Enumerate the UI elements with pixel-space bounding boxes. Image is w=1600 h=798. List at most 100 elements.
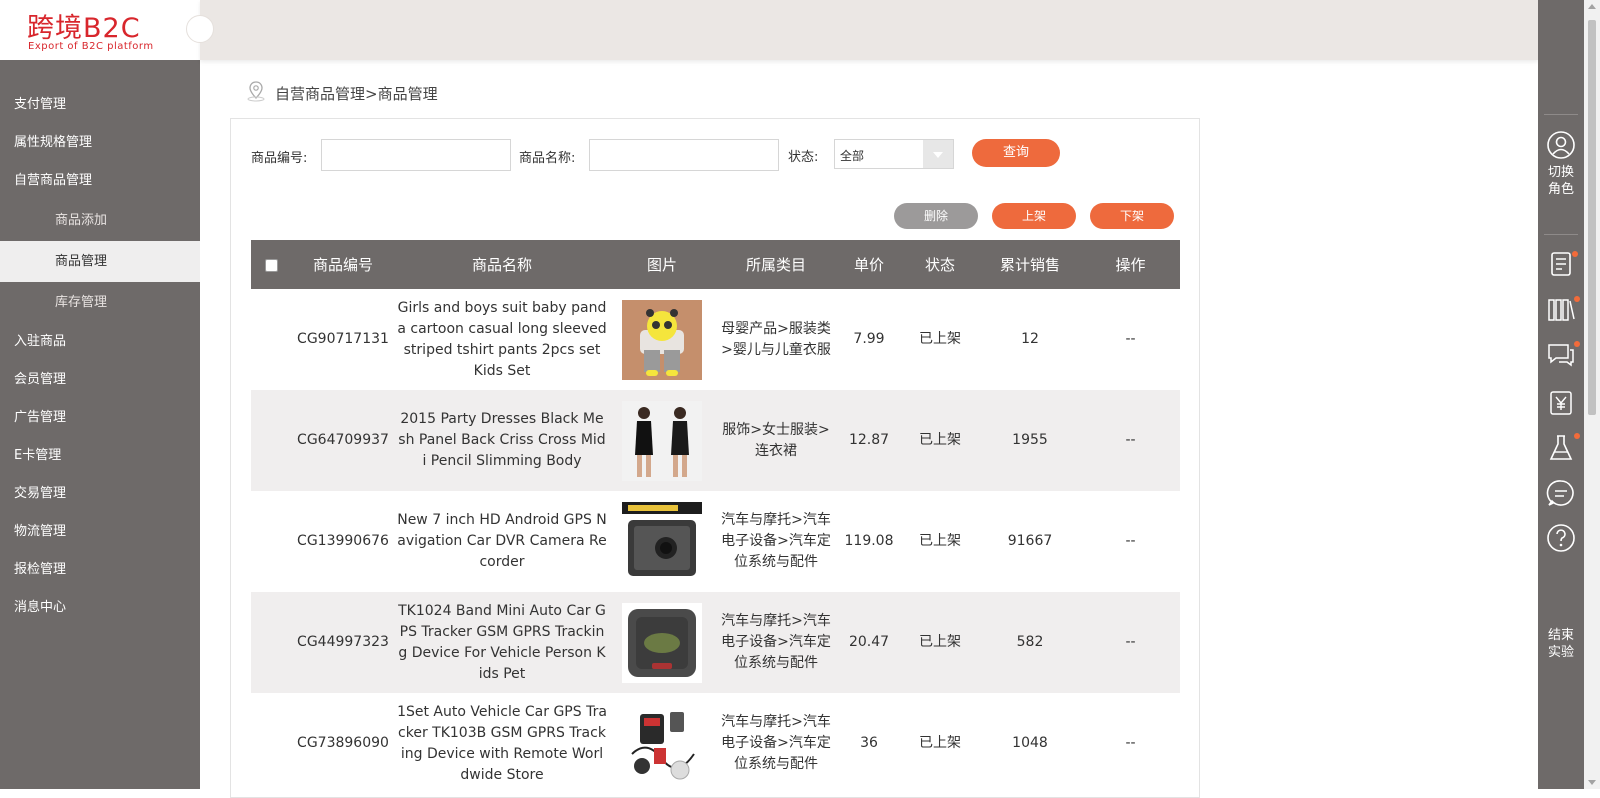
- cell-category: 汽车与摩托>汽车电子设备>汽车定位系统与配件: [715, 592, 837, 693]
- switch-role-button[interactable]: 切换角色: [1538, 130, 1584, 198]
- product-table: 商品编号 商品名称 图片 所属类目 单价 状态 累计销售 操作 CG907171…: [251, 240, 1180, 794]
- sidebar-item-logistics[interactable]: 物流管理: [0, 513, 200, 551]
- yen-icon: [1550, 391, 1572, 415]
- user-icon: [1547, 131, 1575, 159]
- cell-sales: 1955: [979, 390, 1081, 491]
- sidebar-item-members[interactable]: 会员管理: [0, 361, 200, 399]
- breadcrumb-text: 自营商品管理>商品管理: [275, 84, 438, 103]
- scrollbar-thumb[interactable]: [1588, 20, 1596, 415]
- table-row[interactable]: CG13990676 New 7 inch HD Android GPS Nav…: [251, 491, 1180, 592]
- cell-operation: --: [1081, 592, 1180, 693]
- select-all-cell: [251, 240, 291, 289]
- header-code[interactable]: 商品编号: [291, 240, 395, 289]
- cell-name: TK1024 Band Mini Auto Car GPS Tracker GS…: [395, 592, 609, 693]
- on-shelf-button[interactable]: 上架: [992, 203, 1076, 229]
- delete-button[interactable]: 删除: [894, 203, 978, 229]
- sidebar-item-transactions[interactable]: 交易管理: [0, 475, 200, 513]
- table-row[interactable]: CG64709937 2015 Party Dresses Black Mesh…: [251, 390, 1180, 491]
- product-name-label: 商品名称:: [519, 151, 576, 166]
- header-price[interactable]: 单价: [837, 240, 901, 289]
- sidebar-item-ads[interactable]: 广告管理: [0, 399, 200, 437]
- sidebar-subitem-add-product[interactable]: 商品添加: [0, 200, 200, 241]
- cell-name: Girls and boys suit baby panda cartoon c…: [397, 299, 607, 379]
- end-experiment-button[interactable]: 结束实验: [1538, 627, 1584, 661]
- notification-dot: [1574, 341, 1580, 347]
- query-button[interactable]: 查询: [972, 139, 1060, 167]
- header-operation: 操作: [1081, 240, 1180, 289]
- cell-status: 已上架: [919, 331, 961, 347]
- off-shelf-button[interactable]: 下架: [1090, 203, 1174, 229]
- header-name[interactable]: 商品名称: [395, 240, 609, 289]
- table-row[interactable]: CG73896090 1Set Auto Vehicle Car GPS Tra…: [251, 693, 1180, 794]
- top-bar: [200, 0, 1538, 60]
- panda-outfit-image[interactable]: [622, 299, 702, 380]
- table-row[interactable]: CG90717131 Girls and boys suit baby pand…: [251, 289, 1180, 390]
- cell-category: 母婴产品>服装类>婴儿与儿童衣服: [721, 320, 831, 358]
- row-select-cell[interactable]: [251, 289, 291, 390]
- table-header-row: 商品编号 商品名称 图片 所属类目 单价 状态 累计销售 操作: [251, 240, 1180, 289]
- cell-sales: 91667: [1007, 533, 1053, 549]
- cell-price: 119.08: [844, 533, 894, 549]
- header-image: 图片: [609, 240, 715, 289]
- status-select[interactable]: 全部: [834, 139, 954, 169]
- product-code-input[interactable]: [321, 139, 511, 171]
- sidebar-item-messages[interactable]: 消息中心: [0, 589, 200, 627]
- cell-sales: 582: [979, 592, 1081, 693]
- cell-price: 20.47: [837, 592, 901, 693]
- sidebar-item-attributes[interactable]: 属性规格管理: [0, 124, 200, 162]
- product-name-input[interactable]: [589, 139, 779, 171]
- end-experiment-label: 结束实验: [1547, 628, 1574, 660]
- cell-sales: 1048: [1012, 735, 1048, 751]
- cell-status: 已上架: [901, 592, 979, 693]
- status-label: 状态:: [788, 150, 819, 165]
- right-rail: 切换角色 结束实验: [1538, 0, 1584, 789]
- location-icon: [245, 80, 267, 106]
- cell-image: [609, 289, 715, 390]
- header-category[interactable]: 所属类目: [715, 240, 837, 289]
- cell-operation: --: [1081, 390, 1180, 491]
- header-status[interactable]: 状态: [901, 240, 979, 289]
- gps-kit-image[interactable]: [622, 703, 702, 784]
- sidebar-item-settled-products[interactable]: 入驻商品: [0, 323, 200, 361]
- cell-image: [609, 390, 715, 491]
- scroll-up-arrow-icon[interactable]: [1588, 4, 1596, 9]
- row-select-cell[interactable]: [251, 592, 291, 693]
- row-select-cell[interactable]: [251, 390, 291, 491]
- gps-tracker-image[interactable]: [622, 602, 702, 683]
- row-select-cell[interactable]: [251, 693, 291, 794]
- page-scrollbar[interactable]: [1584, 0, 1600, 789]
- cell-price: 7.99: [853, 331, 885, 347]
- gps-navigator-image[interactable]: [622, 501, 702, 582]
- sidebar-subitem-product-management[interactable]: 商品管理: [0, 241, 200, 282]
- logo: 跨境B2C Export of B2C platform: [0, 0, 200, 60]
- sidebar-item-payment[interactable]: 支付管理: [0, 86, 200, 124]
- black-dress-image[interactable]: [622, 400, 702, 481]
- sidebar-item-ecard[interactable]: E卡管理: [0, 437, 200, 475]
- select-all-checkbox[interactable]: [264, 258, 278, 272]
- rail-divider: [1544, 234, 1578, 235]
- cell-price: 36: [860, 735, 878, 751]
- cell-status: 已上架: [919, 735, 961, 751]
- sidebar-toggle[interactable]: [186, 15, 214, 43]
- cell-status: 已上架: [919, 533, 961, 549]
- chat-icon: [1548, 344, 1574, 367]
- scroll-down-arrow-icon[interactable]: [1588, 780, 1596, 785]
- sidebar-item-self-products[interactable]: 自营商品管理: [0, 162, 200, 200]
- row-select-cell[interactable]: [251, 491, 291, 592]
- sidebar-menu: 支付管理 属性规格管理 自营商品管理 商品添加 商品管理 库存管理 入驻商品 会…: [0, 86, 200, 627]
- cell-code: CG90717131: [297, 331, 389, 347]
- sidebar-item-inspection[interactable]: 报检管理: [0, 551, 200, 589]
- table-row[interactable]: CG44997323 TK1024 Band Mini Auto Car GPS…: [251, 592, 1180, 693]
- status-select-value: 全部: [840, 149, 865, 163]
- help-button[interactable]: [1538, 523, 1584, 553]
- comment-button[interactable]: [1538, 478, 1584, 508]
- cell-image: [609, 693, 715, 794]
- payment-button[interactable]: [1538, 390, 1584, 416]
- rail-divider: [1544, 114, 1578, 115]
- comment-icon: [1546, 480, 1574, 506]
- cell-operation: --: [1125, 735, 1136, 751]
- notification-dot: [1572, 251, 1578, 257]
- header-sales[interactable]: 累计销售: [979, 240, 1081, 289]
- cell-image: [609, 592, 715, 693]
- sidebar-subitem-inventory[interactable]: 库存管理: [0, 282, 200, 323]
